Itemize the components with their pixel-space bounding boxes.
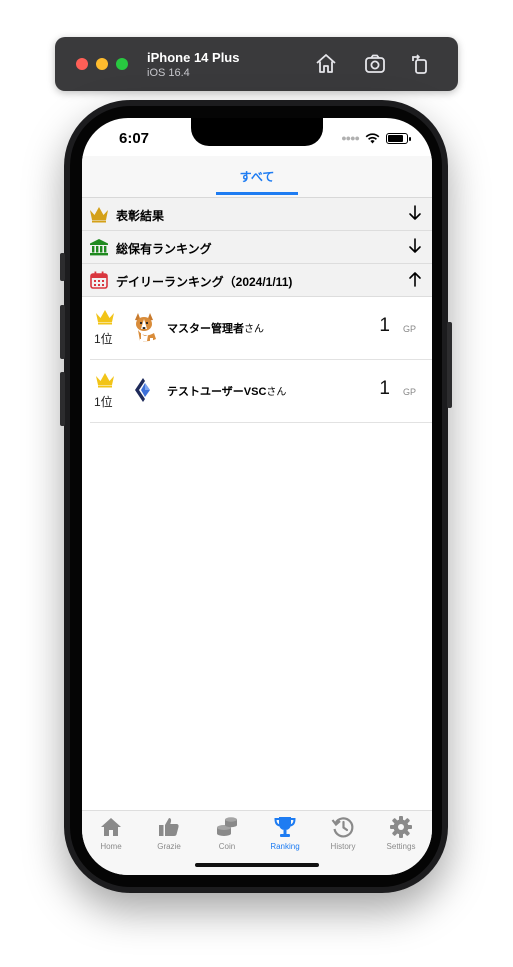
power-button (447, 322, 452, 408)
status-icons: ●●●● (341, 131, 411, 145)
tab-ranking-label: Ranking (270, 842, 300, 851)
score-unit: GP (402, 324, 416, 334)
score-value: 1 (379, 315, 390, 336)
battery-icon (386, 132, 411, 144)
crown-icon (96, 373, 114, 388)
arrow-down-icon[interactable] (408, 238, 422, 254)
rank-position: 1位 (94, 395, 113, 409)
section-daily-ranking[interactable]: デイリーランキング（2024/1/11) (82, 264, 432, 297)
history-icon (331, 817, 354, 838)
phone-screen: 6:07 ●●●● すべて 表彰結果 総保有ランキング デイリーランキング（20… (82, 118, 432, 875)
user-name: テストユーザーVSCさん (167, 383, 286, 399)
tab-history-label: History (330, 842, 356, 851)
status-time: 6:07 (119, 130, 150, 147)
calendar-icon (90, 271, 108, 289)
home-indicator (195, 863, 319, 867)
tab-ranking[interactable]: Ranking (257, 815, 313, 855)
score-value: 1 (379, 378, 390, 399)
tab-all[interactable]: すべて (82, 168, 432, 185)
tab-history[interactable]: History (315, 815, 371, 855)
simulator-device-name: iPhone 14 Plus (147, 50, 240, 65)
rank-position: 1位 (94, 332, 113, 346)
volume-down-button (60, 372, 65, 426)
tab-coin-label: Coin (218, 842, 236, 851)
crown-icon (90, 207, 108, 223)
app-logo-avatar (135, 378, 150, 402)
volume-up-button (60, 305, 65, 359)
coins-icon (217, 817, 237, 836)
user-name: マスター管理者さん (167, 320, 264, 336)
simulator-title-bar: iPhone 14 Plus iOS 16.4 (55, 37, 458, 91)
tab-grazie[interactable]: Grazie (141, 815, 197, 855)
honorific-suffix: さん (244, 324, 264, 335)
screenshot-icon[interactable] (363, 52, 387, 76)
trophy-icon (274, 817, 296, 837)
signal-dots-icon: ●●●● (341, 133, 360, 143)
close-window-button[interactable] (76, 58, 88, 70)
corgi-avatar (135, 313, 156, 342)
section-total-ranking[interactable]: 総保有ランキング (82, 231, 432, 264)
user-name-text: マスター管理者 (167, 323, 244, 335)
mute-switch (60, 253, 65, 281)
wifi-icon (365, 132, 380, 143)
section-awards[interactable]: 表彰結果 (82, 198, 432, 231)
tab-settings[interactable]: Settings (373, 815, 429, 855)
ranking-row[interactable]: 1位 マスター管理者さん 1 GP (90, 297, 432, 360)
thumbs-up-icon (159, 818, 179, 836)
gear-icon (390, 816, 412, 838)
bank-icon (90, 239, 108, 256)
home-icon (101, 818, 121, 836)
section-awards-label: 表彰結果 (116, 209, 165, 223)
tab-home-label: Home (100, 842, 122, 851)
zoom-window-button[interactable] (116, 58, 128, 70)
simulator-os-version: iOS 16.4 (147, 67, 190, 79)
score-unit: GP (402, 387, 416, 397)
ranking-row[interactable]: 1位 テストユーザーVSCさん 1 GP (90, 360, 432, 423)
section-total-ranking-label: 総保有ランキング (116, 242, 212, 256)
crown-icon (96, 310, 114, 325)
section-daily-ranking-label: デイリーランキング（2024/1/11) (116, 275, 293, 289)
arrow-up-icon[interactable] (408, 271, 422, 287)
home-icon[interactable] (314, 52, 338, 76)
dynamic-notch (191, 118, 323, 146)
tab-coin[interactable]: Coin (199, 815, 255, 855)
tab-grazie-label: Grazie (157, 842, 181, 851)
tab-settings-label: Settings (386, 842, 416, 851)
arrow-down-icon[interactable] (408, 205, 422, 221)
tab-active-indicator (216, 192, 298, 195)
rotate-icon[interactable] (408, 52, 432, 76)
honorific-suffix: さん (266, 387, 287, 398)
minimize-window-button[interactable] (96, 58, 108, 70)
user-name-text: テストユーザーVSC (167, 386, 267, 398)
tab-home[interactable]: Home (83, 815, 139, 855)
